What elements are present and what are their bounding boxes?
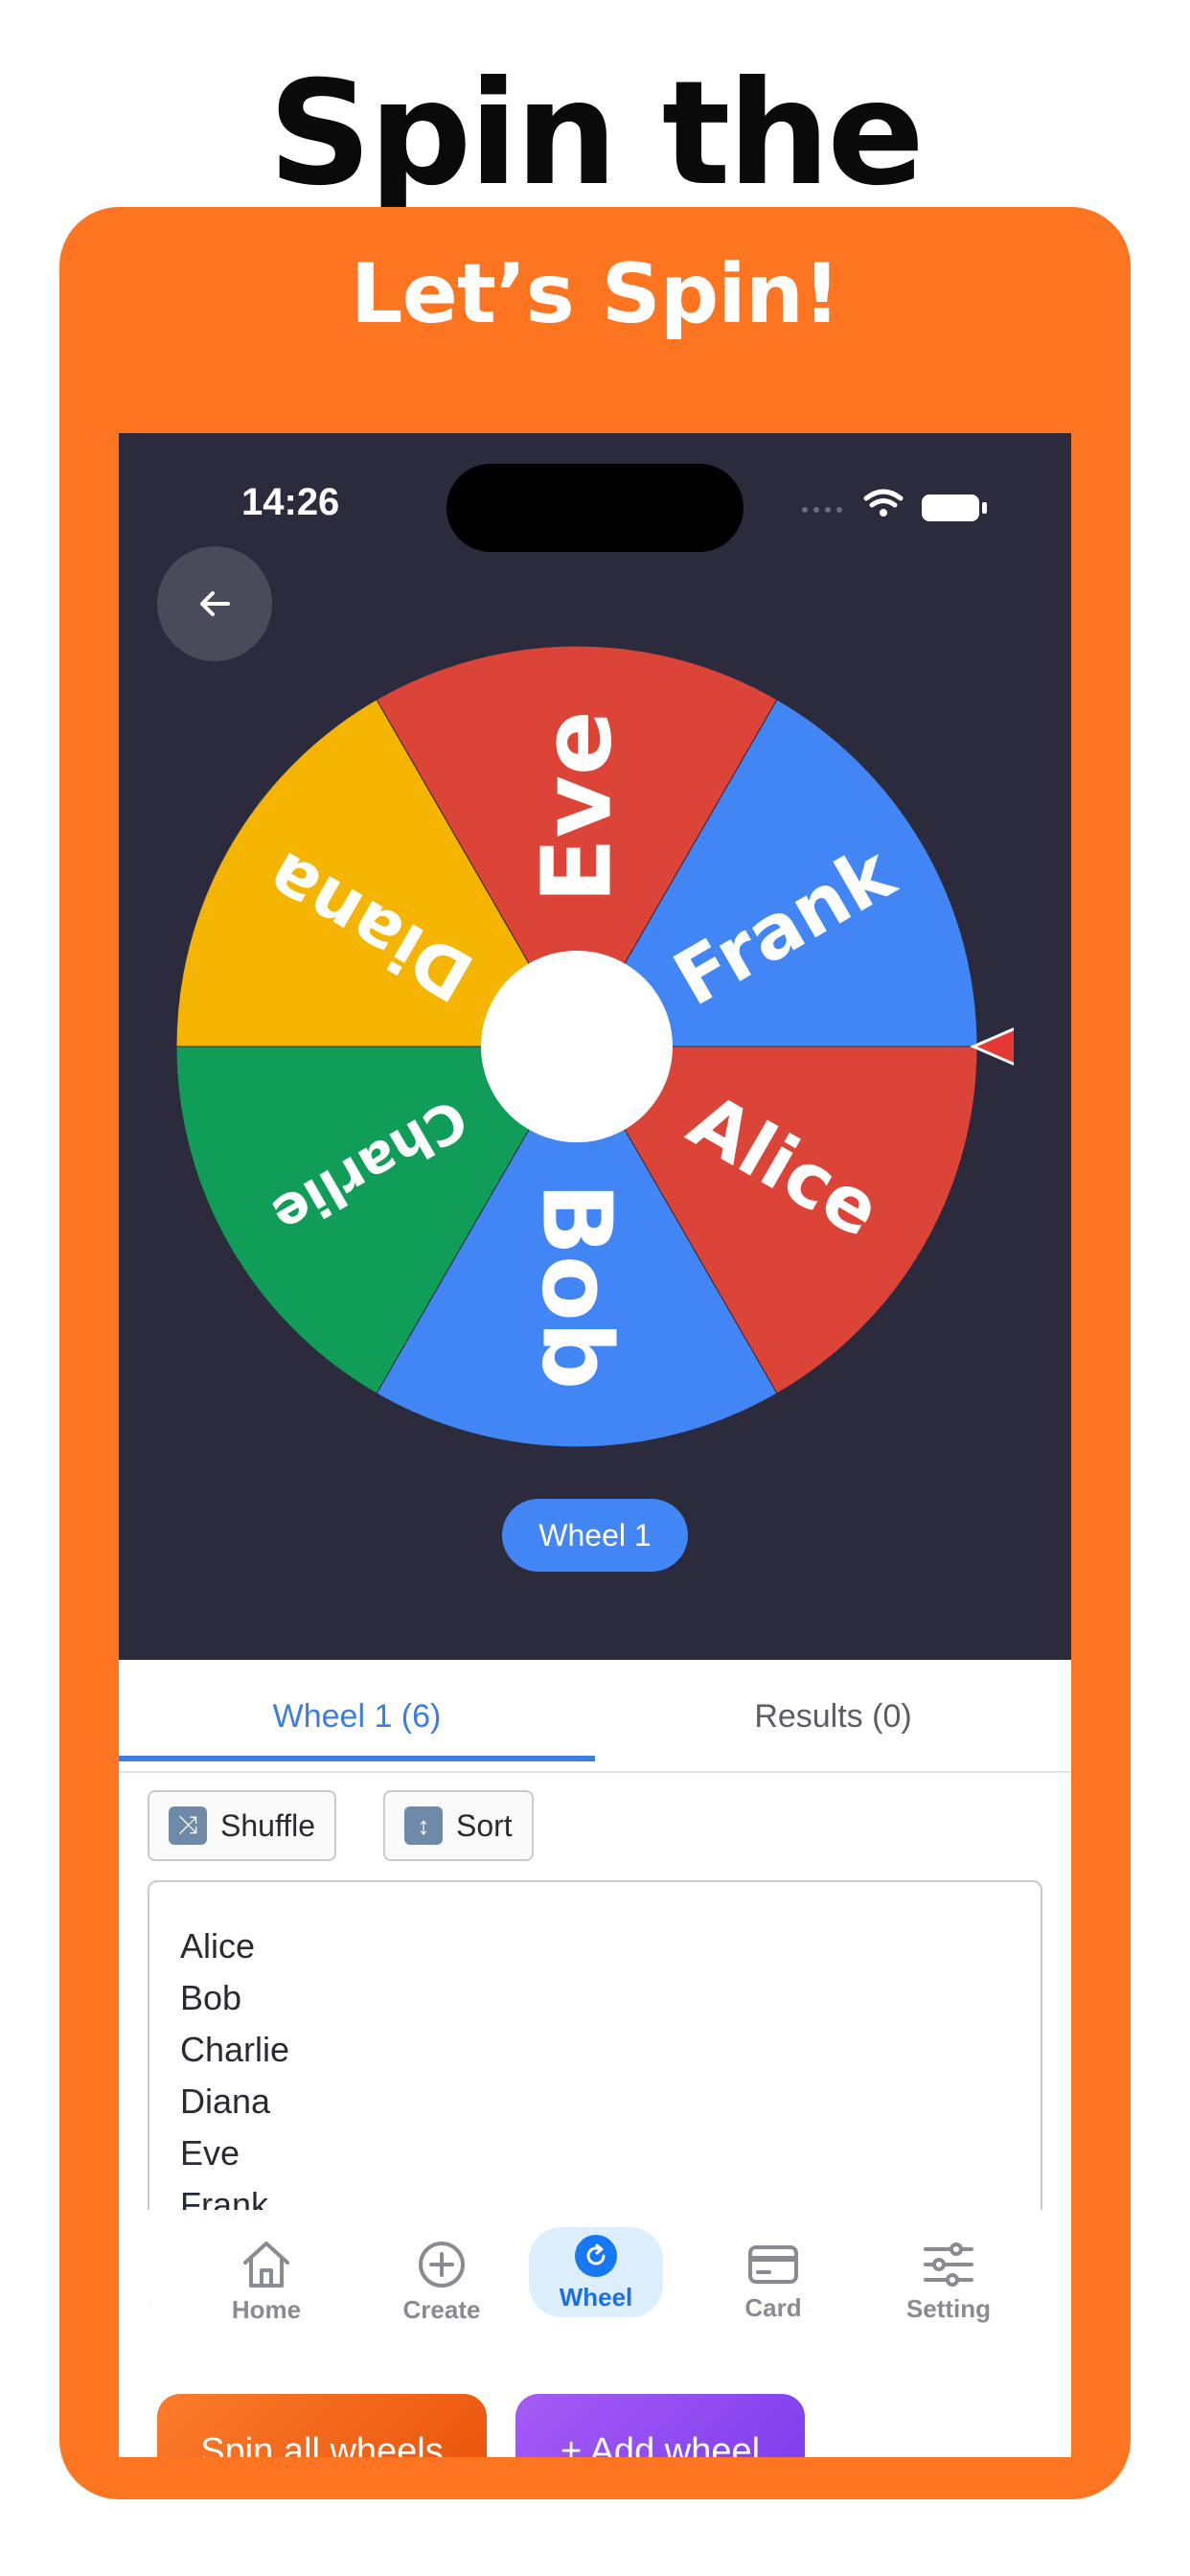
active-tab-indicator	[119, 1756, 595, 1761]
sort-label: Sort	[456, 1807, 513, 1843]
shuffle-button[interactable]: ⤨ Shuffle	[148, 1790, 337, 1861]
list-item: Eve	[180, 2133, 240, 2173]
wheel-pointer	[970, 1027, 1014, 1066]
promo-subtitle: Let’s Spin!	[350, 246, 840, 342]
wheel-segment-label: Eve	[521, 710, 633, 903]
wheel-hub[interactable]	[481, 951, 673, 1142]
list-item: Diana	[180, 2082, 271, 2121]
nav-home-label: Home	[231, 2294, 302, 2324]
nav-home[interactable]: Home	[199, 2210, 333, 2354]
nav-wheel[interactable]: Wheel	[529, 2227, 663, 2317]
list-item: Bob	[180, 1978, 242, 2017]
up-down-arrow-icon: ↕	[404, 1806, 443, 1845]
sort-button[interactable]: ↕ Sort	[383, 1790, 534, 1861]
list-item: Charlie	[180, 2030, 290, 2069]
wheel-segment-label: Bob	[521, 1183, 633, 1391]
wheel-area: 14:26 Eve Frank Alice Bob Charlie Diana …	[119, 433, 1071, 1660]
spin-wheel[interactable]: EveFrankAliceBobCharlieDiana	[176, 634, 1014, 1459]
add-wheel-button[interactable]: + Add wheel	[515, 2394, 805, 2457]
promo-frame: Let’s Spin! 14:26 Eve Frank Alice Bob Ch…	[59, 207, 1131, 2499]
dynamic-island	[446, 464, 744, 552]
wifi-icon	[863, 489, 904, 517]
phone-screen: 14:26 Eve Frank Alice Bob Charlie Diana …	[119, 433, 1071, 2457]
sliders-icon	[924, 2242, 973, 2287]
battery-icon	[922, 494, 987, 521]
card-icon	[748, 2244, 798, 2284]
status-icons	[802, 489, 987, 521]
shuffle-icon: ⤨	[169, 1806, 207, 1845]
nav-create-label: Create	[402, 2294, 481, 2324]
bottom-nav: Home Create Wheel Card Setting	[119, 2210, 1071, 2354]
tab-results[interactable]: Results (0)	[595, 1660, 1071, 1773]
spin-all-button[interactable]: Spin all wheels	[157, 2394, 487, 2457]
home-icon	[243, 2241, 289, 2288]
nav-create[interactable]: Create	[375, 2210, 509, 2354]
refresh-icon	[575, 2234, 617, 2277]
nav-wheel-label: Wheel	[559, 2282, 633, 2312]
shuffle-label: Shuffle	[220, 1807, 316, 1843]
arrow-left-icon	[200, 591, 230, 616]
nav-setting-label: Setting	[905, 2293, 992, 2323]
nav-setting[interactable]: Setting	[881, 2210, 1016, 2354]
status-time: 14:26	[241, 481, 340, 523]
plus-circle-icon	[419, 2241, 465, 2288]
wheel-name-pill[interactable]: Wheel 1	[502, 1499, 688, 1572]
list-item: Alice	[180, 1926, 256, 1966]
nav-card-label: Card	[744, 2292, 802, 2322]
nav-card[interactable]: Card	[706, 2210, 840, 2354]
